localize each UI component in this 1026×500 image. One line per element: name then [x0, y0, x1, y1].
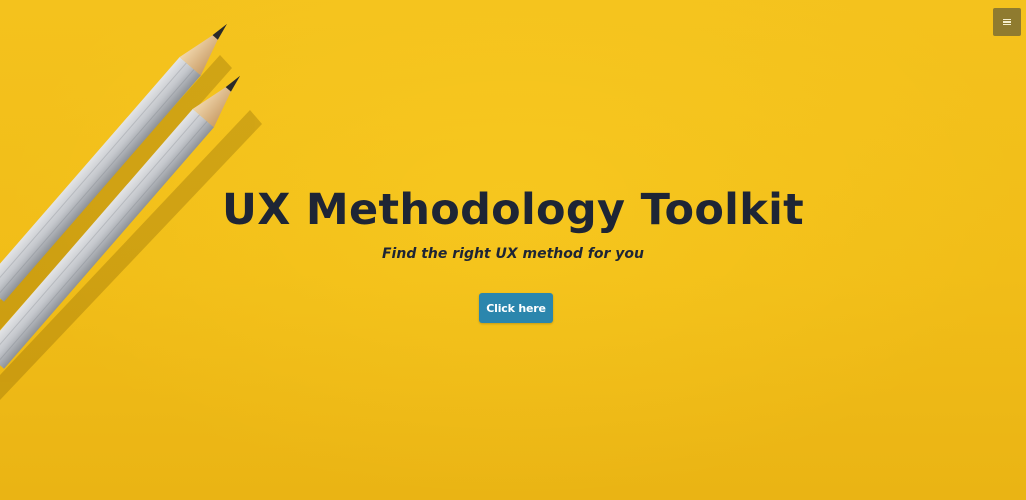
click-here-button[interactable]: Click here — [479, 293, 553, 323]
page-subtitle: Find the right UX method for you — [381, 246, 644, 262]
page-title: UX Methodology Toolkit — [221, 185, 805, 235]
hero-section: UX Methodology Toolkit Find the right UX… — [0, 0, 1026, 500]
hamburger-menu-icon — [1003, 18, 1011, 26]
menu-button[interactable] — [993, 8, 1021, 36]
